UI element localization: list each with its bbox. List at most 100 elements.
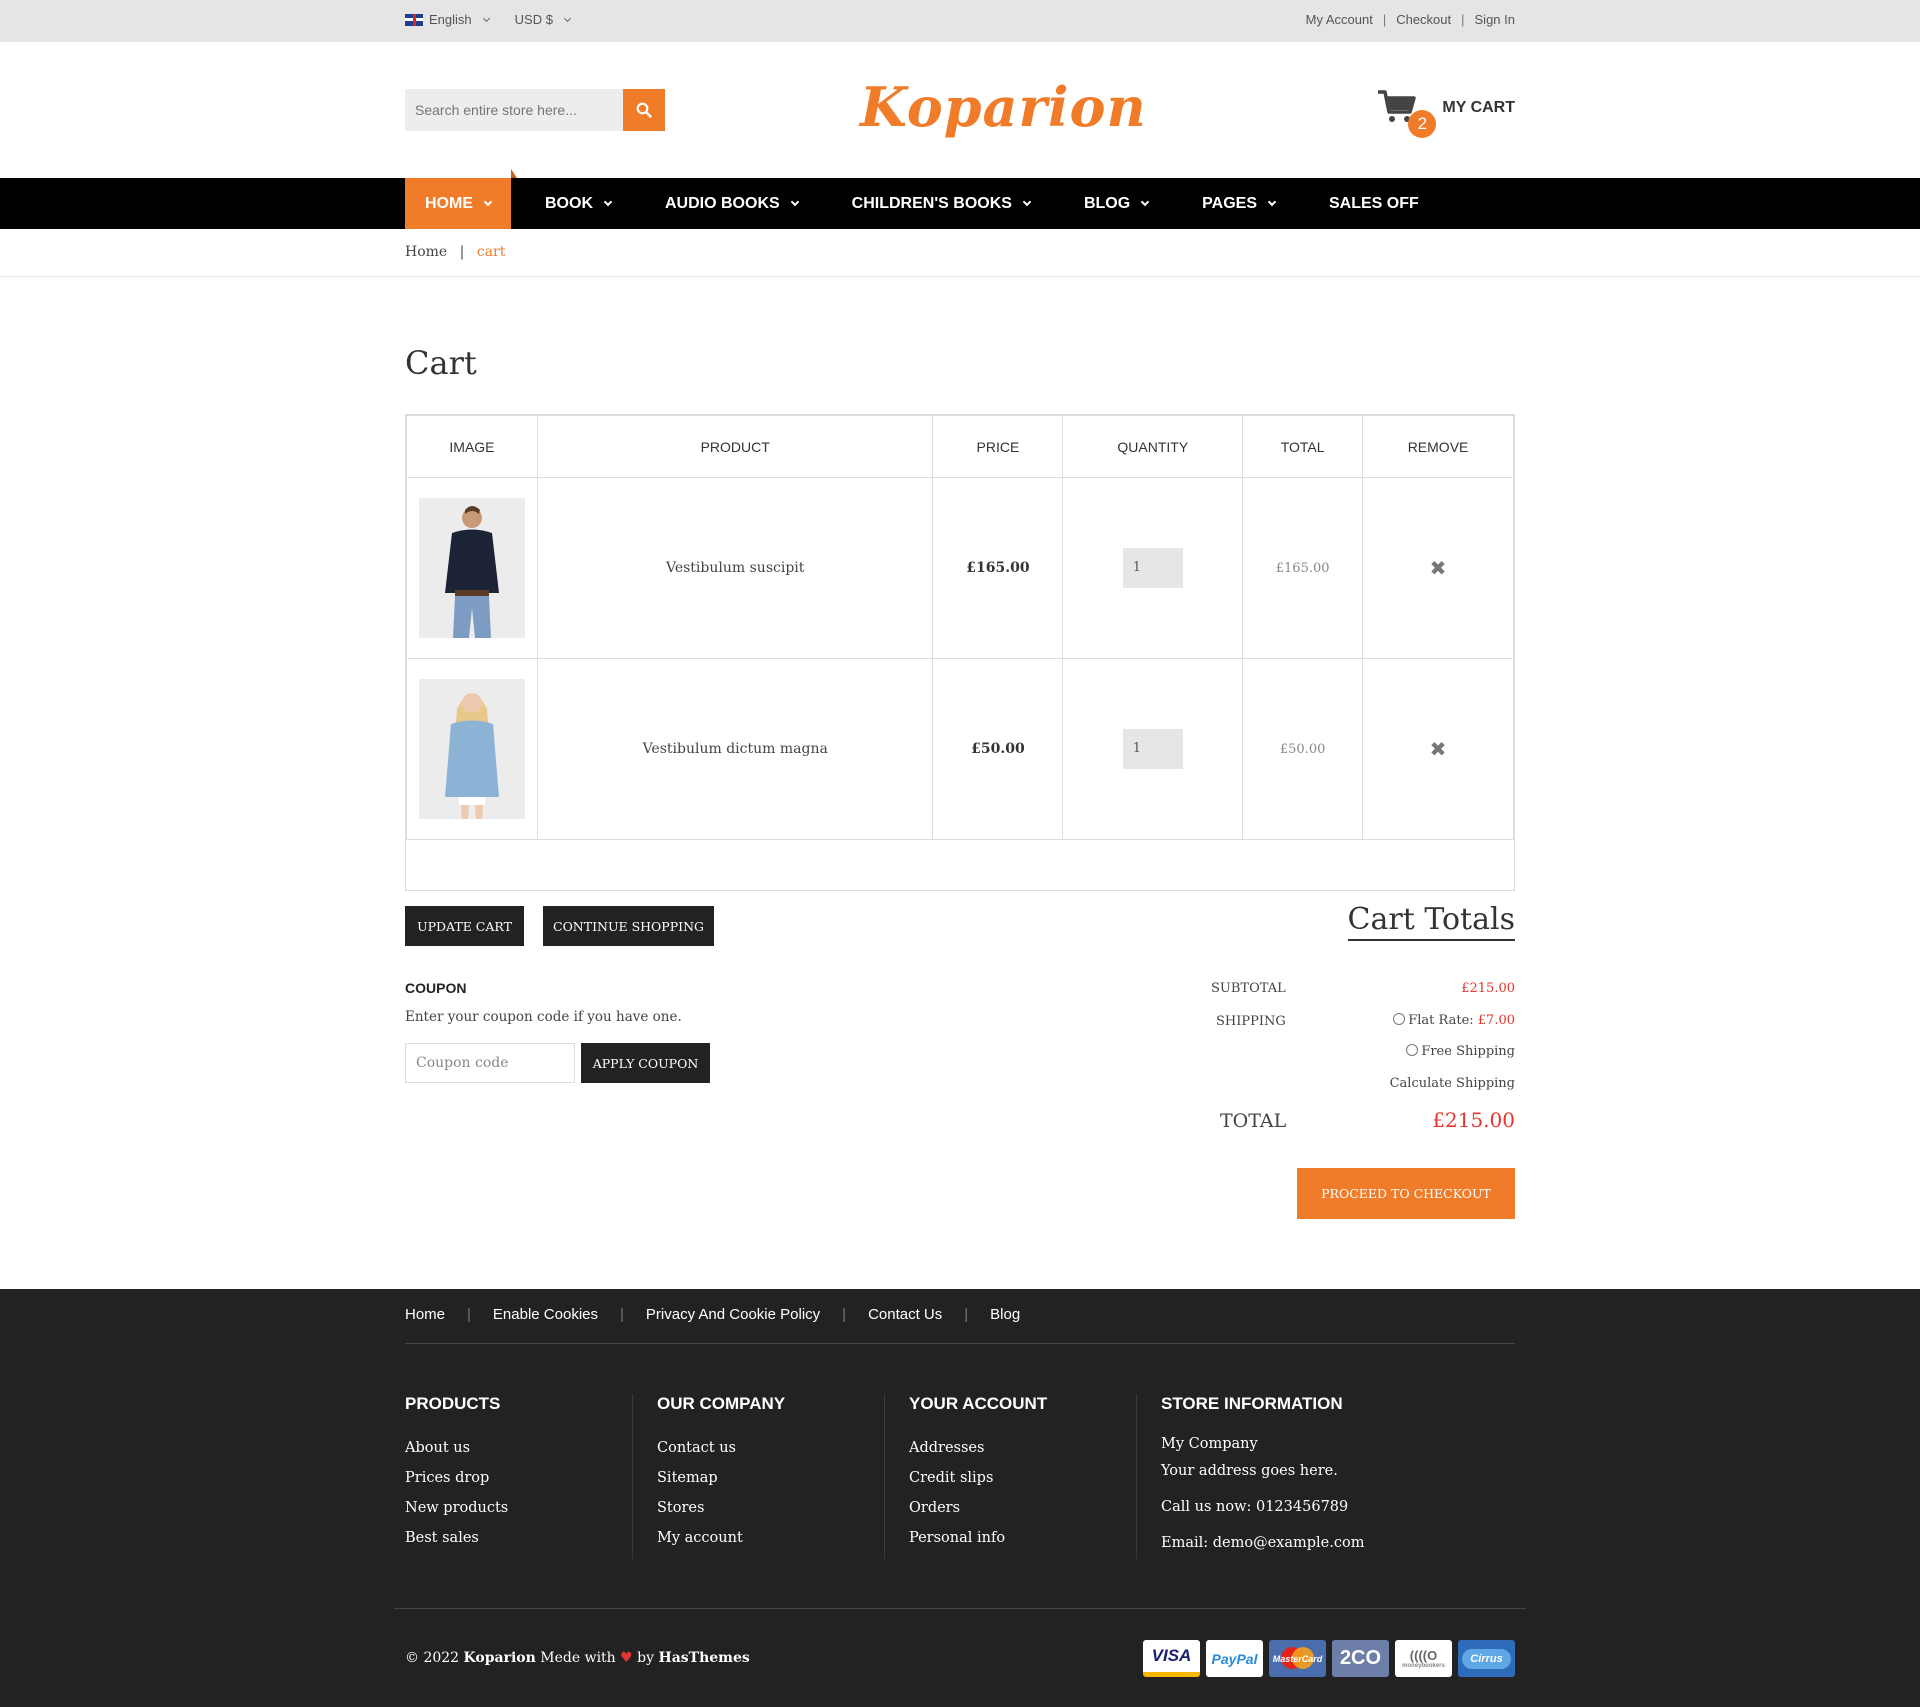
- remove-icon[interactable]: ✖: [1430, 556, 1447, 580]
- footer-links: Home | Enable Cookies | Privacy And Cook…: [405, 1306, 1020, 1323]
- nav-book[interactable]: BOOK: [525, 178, 631, 229]
- nav-pages[interactable]: PAGES: [1182, 178, 1295, 229]
- coupon-code-input[interactable]: Coupon code: [405, 1043, 575, 1083]
- chevron-down-icon: [790, 197, 799, 206]
- footer-link[interactable]: Credit slips: [909, 1470, 1149, 1500]
- footer-link[interactable]: Best sales: [405, 1530, 645, 1560]
- breadcrumb-separator: |: [459, 244, 465, 260]
- product-image[interactable]: [418, 679, 525, 819]
- footer-link[interactable]: Sitemap: [657, 1470, 897, 1500]
- copyright: © 2022 Koparion Mede with ♥ by HasThemes: [405, 1650, 750, 1666]
- shipping-label: SHIPPING: [1216, 1014, 1286, 1029]
- footer-column-products: PRODUCTS About us Prices drop New produc…: [405, 1394, 645, 1560]
- nav-audio-books[interactable]: AUDIO BOOKS: [645, 178, 818, 229]
- divider: [1136, 1394, 1137, 1559]
- heart-icon: ♥: [620, 1650, 633, 1666]
- apply-coupon-button[interactable]: APPLY COUPON: [581, 1043, 710, 1083]
- breadcrumb-home[interactable]: Home: [405, 244, 447, 260]
- nav-label: AUDIO BOOKS: [665, 194, 780, 212]
- copyright-made: Mede with: [540, 1650, 616, 1666]
- nav-label: PAGES: [1202, 194, 1257, 212]
- footer-column-company: OUR COMPANY Contact us Sitemap Stores My…: [657, 1394, 897, 1560]
- column-header: PRICE: [932, 415, 1064, 478]
- language-selector[interactable]: English: [405, 12, 490, 27]
- currency-selector[interactable]: USD $: [514, 12, 571, 27]
- chevron-down-icon: [1267, 197, 1277, 206]
- store-email[interactable]: Email: demo@example.com: [1161, 1535, 1461, 1565]
- footer-link[interactable]: Addresses: [909, 1440, 1149, 1470]
- chevron-down-icon: [1022, 197, 1032, 206]
- copyright-author[interactable]: HasThemes: [659, 1650, 750, 1666]
- checkout-link[interactable]: Checkout: [1396, 12, 1451, 27]
- chevron-down-icon: [1140, 197, 1150, 206]
- footer-link[interactable]: New products: [405, 1500, 645, 1530]
- product-name[interactable]: Vestibulum suscipit: [536, 477, 934, 659]
- payment-methods: VISA PayPal MasterCard 2CO ((((O moneybo…: [1143, 1640, 1515, 1677]
- mastercard-label: MasterCard: [1272, 1653, 1323, 1664]
- nav-sales-off[interactable]: SALES OFF: [1309, 178, 1439, 229]
- product-name[interactable]: Vestibulum dictum magna: [536, 658, 934, 840]
- flat-rate-option[interactable]: Flat Rate: £7.00: [1393, 1013, 1515, 1028]
- total-label: TOTAL: [1220, 1110, 1287, 1132]
- product-total: £50.00: [1242, 658, 1364, 840]
- table-row: Vestibulum suscipit £165.00 1 £165.00 ✖: [406, 477, 1514, 659]
- subtotal-value: £215.00: [1461, 981, 1515, 996]
- moneybookers-glyph: ((((O: [1409, 1648, 1438, 1663]
- language-label: English: [429, 12, 472, 27]
- my-account-link[interactable]: My Account: [1306, 12, 1373, 27]
- footer-link[interactable]: Orders: [909, 1500, 1149, 1530]
- search-icon: [636, 102, 652, 118]
- divider: |: [964, 1306, 969, 1323]
- footer-link[interactable]: Prices drop: [405, 1470, 645, 1500]
- update-cart-button[interactable]: UPDATE CART: [405, 906, 524, 946]
- footer-link[interactable]: Contact us: [657, 1440, 897, 1470]
- footer-store-information: STORE INFORMATION My Company Your addres…: [1161, 1394, 1461, 1565]
- footer-link-blog[interactable]: Blog: [990, 1306, 1020, 1323]
- site-logo[interactable]: Koparion: [860, 72, 1146, 142]
- divider: [632, 1394, 633, 1559]
- nav-childrens-books[interactable]: CHILDREN'S BOOKS: [832, 178, 1050, 229]
- main-navigation: HOME BOOK AUDIO BOOKS CHILDREN'S BOOKS B…: [0, 169, 1920, 229]
- moneybookers-icon: ((((O moneybookers: [1395, 1640, 1452, 1677]
- proceed-to-checkout-button[interactable]: PROCEED TO CHECKOUT: [1297, 1168, 1515, 1219]
- product-price: £165.00: [932, 477, 1064, 659]
- footer-link-home[interactable]: Home: [405, 1306, 445, 1323]
- divider: |: [842, 1306, 847, 1323]
- store-phone: Call us now: 0123456789: [1161, 1499, 1349, 1515]
- mastercard-icon: MasterCard: [1269, 1640, 1326, 1677]
- paypal-icon: PayPal: [1206, 1640, 1263, 1677]
- copyright-brand[interactable]: Koparion: [464, 1650, 536, 1666]
- divider: |: [1461, 12, 1465, 27]
- calculate-shipping-link[interactable]: Calculate Shipping: [1390, 1076, 1515, 1091]
- cart-count-badge: 2: [1408, 110, 1437, 138]
- remove-icon[interactable]: ✖: [1430, 737, 1447, 761]
- radio-icon: [1406, 1044, 1419, 1056]
- continue-shopping-button[interactable]: CONTINUE SHOPPING: [543, 906, 714, 946]
- footer-link-privacy[interactable]: Privacy And Cookie Policy: [646, 1306, 820, 1323]
- visa-icon: VISA: [1143, 1640, 1200, 1677]
- product-image[interactable]: [418, 498, 525, 638]
- breadcrumb: Home | cart: [405, 244, 505, 260]
- product-total: £165.00: [1242, 477, 1364, 659]
- quantity-input[interactable]: 1: [1122, 729, 1183, 769]
- currency-label: USD $: [514, 12, 553, 27]
- quantity-input[interactable]: 1: [1122, 548, 1183, 588]
- mini-cart[interactable]: 2 MY CART: [1376, 88, 1515, 138]
- footer-link[interactable]: Stores: [657, 1500, 897, 1530]
- cart-label: MY CART: [1442, 99, 1515, 116]
- column-header: PRODUCT: [536, 415, 934, 478]
- sign-in-link[interactable]: Sign In: [1475, 12, 1515, 27]
- footer-link[interactable]: My account: [657, 1530, 897, 1560]
- search-button[interactable]: [623, 89, 665, 131]
- divider: [405, 1343, 1515, 1344]
- footer-link[interactable]: About us: [405, 1440, 645, 1470]
- search-input[interactable]: [405, 89, 623, 131]
- table-header-row: IMAGE PRODUCT PRICE QUANTITY TOTAL REMOV…: [406, 415, 1514, 478]
- footer-link-enable-cookies[interactable]: Enable Cookies: [493, 1306, 598, 1323]
- column-header: TOTAL: [1242, 415, 1364, 478]
- free-shipping-option[interactable]: Free Shipping: [1406, 1044, 1515, 1059]
- nav-blog[interactable]: BLOG: [1064, 178, 1168, 229]
- nav-home[interactable]: HOME: [405, 169, 517, 229]
- footer-link[interactable]: Personal info: [909, 1530, 1149, 1560]
- footer-link-contact[interactable]: Contact Us: [868, 1306, 942, 1323]
